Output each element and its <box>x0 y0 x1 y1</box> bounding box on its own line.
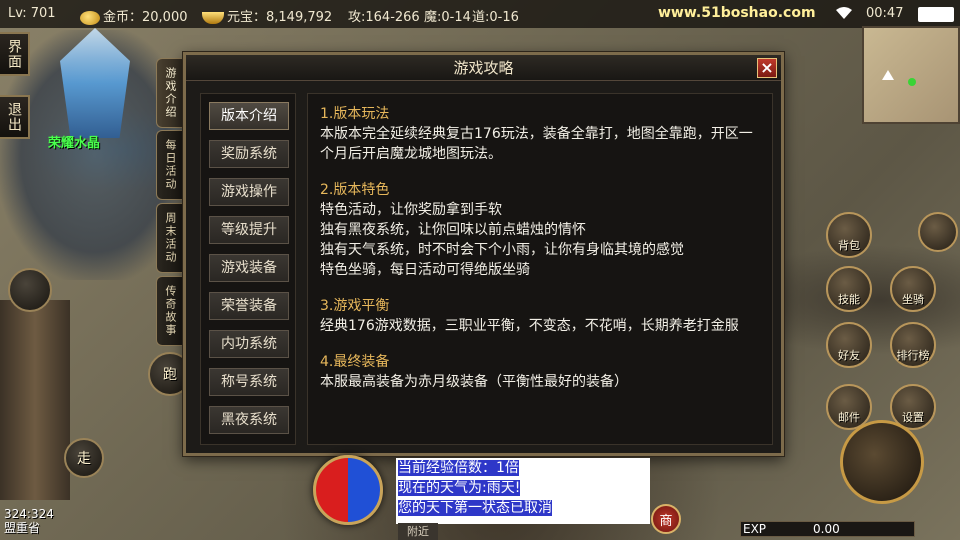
section-final-gear: 4.最终装备 本服最高装备为赤月级装备（平衡性最好的装备） <box>320 352 760 392</box>
chat-tab-nearby[interactable]: 附近 <box>398 523 438 540</box>
section-gameplay: 1.版本玩法 本版本完全延续经典复古176玩法，装备全靠打，地图全靠跑，开区一个… <box>320 104 760 164</box>
chat-message: 现在的天气为:雨天! <box>398 480 521 496</box>
player-level: Lv: 701 <box>8 6 56 21</box>
shuriken-icon[interactable] <box>918 212 958 252</box>
game-guide-dialog: 游戏攻略 × 版本介绍 奖励系统 游戏操作 等级提升 游戏装备 荣誉装备 内功系… <box>183 52 784 456</box>
npc-marker-icon <box>882 70 894 80</box>
section-title: 3.游戏平衡 <box>320 298 390 314</box>
guide-content: 1.版本玩法 本版本完全延续经典复古176玩法，装备全靠打，地图全靠跑，开区一个… <box>307 93 773 445</box>
tab-daily-events[interactable]: 每日活动 <box>156 130 183 200</box>
section-balance: 3.游戏平衡 经典176游戏数据，三职业平衡，不变态，不花哨，长期养老打金服 <box>320 296 760 336</box>
mount-button[interactable]: 坐骑 <box>890 266 936 312</box>
chat-log[interactable]: 当前经验倍数：1倍 现在的天气为:雨天! 您的天下第一状态已取消 <box>396 458 650 524</box>
stone-pillar <box>0 300 70 500</box>
section-title: 1.版本玩法 <box>320 106 390 122</box>
exp-bar: EXP 0.00 <box>740 521 915 537</box>
chat-message: 当前经验倍数：1倍 <box>398 460 519 476</box>
menu-night-system[interactable]: 黑夜系统 <box>209 406 289 434</box>
menu-game-controls[interactable]: 游戏操作 <box>209 178 289 206</box>
bag-button[interactable]: 背包 <box>826 212 872 258</box>
wifi-icon <box>836 7 852 19</box>
section-text: 独有天气系统，时不时会下个小雨，让你有身临其境的感觉 <box>320 242 684 258</box>
gold-coin-icon <box>80 10 100 25</box>
section-text: 经典176游戏数据，三职业平衡，不变态，不花哨，长期养老打金服 <box>320 318 739 334</box>
section-text: 本版本完全延续经典复古176玩法，装备全靠打，地图全靠跑，开区一个月后开启魔龙城… <box>320 126 753 162</box>
attack-sword-button[interactable] <box>840 420 924 504</box>
gold-ingot-icon <box>202 11 224 24</box>
tab-legend-story[interactable]: 传奇故事 <box>156 276 183 346</box>
exit-button[interactable]: 退出 <box>0 95 30 139</box>
site-watermark: www.51boshao.com <box>658 5 816 21</box>
section-features: 2.版本特色 特色活动，让你奖励拿到手软 独有黑夜系统，让你回味以前点蜡烛的情怀… <box>320 180 760 280</box>
player-marker-icon <box>908 78 916 86</box>
gold-count: 金币：20,000 <box>80 6 188 25</box>
menu-reward-system[interactable]: 奖励系统 <box>209 140 289 168</box>
menu-inner-power[interactable]: 内功系统 <box>209 330 289 358</box>
dialog-title: 游戏攻略 <box>186 55 781 81</box>
status-bar: Lv: 701 金币：20,000 元宝：8,149,792 攻:164-266… <box>0 0 960 28</box>
menu-version-intro[interactable]: 版本介绍 <box>209 102 289 130</box>
exp-value: 0.00 <box>813 522 840 536</box>
clock: 00:47 <box>866 6 904 21</box>
hp-mp-orb <box>313 455 383 525</box>
tab-game-intro[interactable]: 游戏介绍 <box>156 58 183 128</box>
tao-stat: 道:0-16 <box>472 10 519 25</box>
tab-weekend-events[interactable]: 周末活动 <box>156 203 183 273</box>
section-title: 4.最终装备 <box>320 354 390 370</box>
battery-icon <box>918 7 954 22</box>
menu-honor-equipment[interactable]: 荣誉装备 <box>209 292 289 320</box>
interface-button[interactable]: 界面 <box>0 32 30 76</box>
lantern-icon[interactable] <box>8 268 52 312</box>
close-button[interactable]: × <box>757 58 777 78</box>
walk-button[interactable]: 走 <box>64 438 104 478</box>
ranking-button[interactable]: 排行榜 <box>890 322 936 368</box>
section-text: 本服最高装备为赤月级装备（平衡性最好的装备） <box>320 374 628 390</box>
exp-label: EXP <box>743 522 767 536</box>
magic-stat: 魔:0-14 <box>424 10 471 25</box>
section-text: 独有黑夜系统，让你回味以前点蜡烛的情怀 <box>320 222 586 238</box>
friends-button[interactable]: 好友 <box>826 322 872 368</box>
menu-title-system[interactable]: 称号系统 <box>209 368 289 396</box>
menu-level-up[interactable]: 等级提升 <box>209 216 289 244</box>
crystal-name-label: 荣耀水晶 <box>48 136 101 151</box>
section-text: 特色活动，让你奖励拿到手软 <box>320 202 502 218</box>
guide-menu: 版本介绍 奖励系统 游戏操作 等级提升 游戏装备 荣誉装备 内功系统 称号系统 … <box>200 93 296 445</box>
section-title: 2.版本特色 <box>320 182 390 198</box>
skills-button[interactable]: 技能 <box>826 266 872 312</box>
section-text: 特色坐骑，每日活动可得绝版坐骑 <box>320 262 530 278</box>
minimap[interactable] <box>862 26 960 124</box>
yuanbao-count: 元宝：8,149,792 <box>202 6 332 25</box>
shop-button[interactable]: 商 <box>651 504 681 534</box>
coordinates: 324:324 盟重省 <box>4 507 54 535</box>
attack-stat: 攻:164-266 <box>348 10 420 25</box>
menu-game-equipment[interactable]: 游戏装备 <box>209 254 289 282</box>
chat-message: 您的天下第一状态已取消 <box>398 500 552 516</box>
